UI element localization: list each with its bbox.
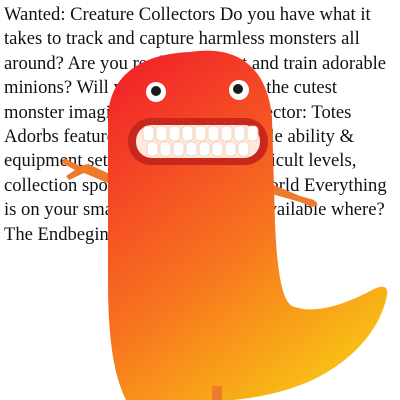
monster-tooth	[159, 141, 172, 157]
monster-tooth	[237, 141, 250, 157]
monster-left-arm	[62, 158, 114, 184]
monster-leg	[212, 386, 222, 400]
ad-banner: Wanted: Creature Collectors Do you have …	[0, 0, 400, 400]
monster-tooth	[220, 125, 233, 142]
monster-tooth	[181, 125, 194, 142]
monster-tooth	[172, 141, 185, 157]
monster-right-eye	[229, 80, 249, 100]
monster-tooth	[146, 141, 159, 157]
monster-tooth	[142, 125, 155, 142]
monster-tooth	[194, 125, 207, 142]
monster-left-eye	[146, 82, 166, 102]
monster-teeth	[142, 125, 259, 157]
monster-body	[108, 50, 388, 400]
monster-tooth	[155, 125, 168, 142]
monster-tooth	[198, 141, 211, 157]
monster-mouth	[128, 118, 268, 165]
monster-tooth	[168, 125, 181, 142]
monster-tooth	[233, 125, 246, 142]
monster-tooth	[211, 141, 224, 157]
monster-tooth	[185, 141, 198, 157]
monster-tooth	[207, 125, 220, 142]
monster-right-arm	[272, 185, 318, 207]
monster-mascot	[62, 50, 388, 400]
monster-tooth	[224, 141, 237, 157]
monster-tooth	[246, 125, 259, 142]
